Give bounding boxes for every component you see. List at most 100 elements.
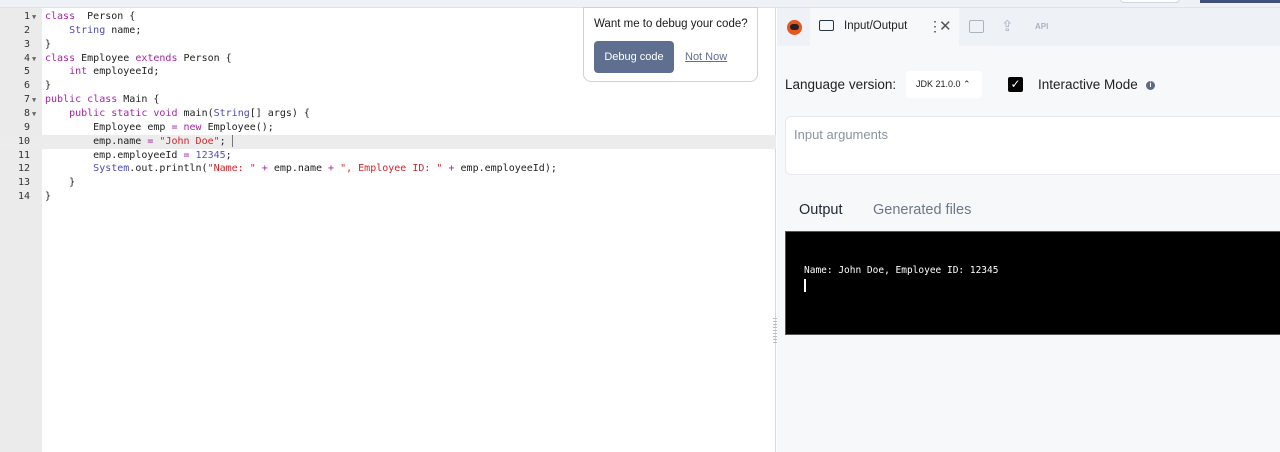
code-token: main( (177, 107, 214, 119)
output-terminal[interactable]: Name: John Doe, Employee ID: 12345 (785, 231, 1280, 335)
code-token: employeeId; (87, 66, 160, 78)
code-token: public (69, 107, 106, 119)
code-token: public (45, 94, 82, 106)
upload-icon[interactable]: ⇪ (1001, 17, 1014, 35)
code-line[interactable]: 11 emp.employeeId = 12345; (0, 149, 776, 163)
code-token: static (111, 107, 148, 119)
folder-icon[interactable] (969, 20, 984, 33)
code-token: } (45, 38, 52, 50)
close-icon[interactable]: ✕ (939, 17, 952, 35)
line-number: 12 (17, 163, 30, 175)
line-number: 13 (17, 177, 30, 189)
tab-input-output[interactable]: Input/Output ⋮ ✕ (810, 8, 959, 46)
code-line[interactable]: 8 ▼ public static void main(String[] args… (0, 107, 776, 121)
line-number: 4 (23, 52, 30, 64)
language-version-select[interactable]: JDK 21.0.0 ⌃ (906, 71, 982, 98)
code-token: "Name: " (207, 163, 256, 175)
debug-code-button[interactable]: Debug code (594, 41, 674, 73)
code-text: System.out.println("Name: " + emp.name +… (45, 162, 557, 176)
tab-bar: Input/Output ⋮ ✕ ⇪ API (777, 8, 1280, 46)
tab-label: Input/Output (844, 20, 908, 32)
debug-question: Want me to debug your code? (594, 18, 748, 30)
code-token: new (183, 121, 202, 133)
fold-arrow-icon[interactable]: ▼ (32, 107, 36, 121)
code-line[interactable]: 14} (0, 190, 776, 204)
code-token: [] args) { (249, 107, 310, 119)
fold-arrow-icon[interactable]: ▼ (32, 93, 36, 107)
tab-output[interactable]: Output (799, 202, 843, 218)
code-line[interactable]: 12 System.out.println("Name: " + emp.nam… (0, 162, 776, 176)
code-token: .out.println( (129, 163, 208, 175)
monitor-icon (819, 20, 834, 31)
code-token: } (45, 177, 76, 189)
line-number: 10 (17, 135, 30, 147)
code-line[interactable]: 10 emp.name = "John Doe"; (0, 134, 776, 149)
code-token: ", Employee ID: " (340, 163, 443, 175)
info-icon[interactable]: i (1146, 81, 1155, 90)
debug-popup: Want me to debug your code? Debug code N… (583, 7, 758, 82)
input-arguments-field[interactable]: Input arguments (785, 116, 1280, 175)
terminal-output: Name: John Doe, Employee ID: 12345 (804, 265, 999, 276)
code-token: int (69, 66, 88, 78)
api-button[interactable]: API (1035, 22, 1048, 31)
code-token: emp.name (45, 135, 148, 147)
code-text: public static void main(String[] args) { (45, 107, 310, 121)
code-line[interactable]: 7 ▼ public class Main { (0, 93, 776, 107)
line-number: 14 (17, 191, 30, 203)
code-token: String (213, 107, 250, 119)
code-text: Employee emp = new Employee(); (45, 121, 274, 135)
io-panel: Input/Output ⋮ ✕ ⇪ API Language version:… (777, 8, 1280, 452)
line-number: 6 (23, 80, 30, 92)
code-token: class (45, 52, 76, 64)
code-token: Employee emp (45, 121, 172, 133)
text-cursor (231, 134, 233, 147)
interactive-mode-label: Interactive Mode (1038, 77, 1138, 92)
terminal-cursor (804, 279, 806, 292)
not-now-link[interactable]: Not Now (685, 51, 727, 63)
header-button[interactable] (1200, 0, 1280, 3)
interactive-mode-checkbox[interactable]: ✓ (1008, 77, 1023, 92)
code-token: 12345 (195, 149, 226, 161)
code-token: extends (135, 52, 178, 64)
code-token: class (87, 94, 118, 106)
code-token: Person { (177, 52, 232, 64)
code-text: emp.employeeId = 12345; (45, 149, 232, 163)
line-number: 11 (17, 149, 30, 161)
code-text: class Employee extends Person { (45, 52, 232, 66)
code-token: String (69, 24, 106, 36)
code-token: "John Doe" (159, 135, 220, 147)
tab-generated-files[interactable]: Generated files (873, 202, 971, 218)
code-token: } (45, 191, 52, 203)
fold-arrow-icon[interactable]: ▼ (32, 52, 36, 66)
code-text: } (45, 176, 75, 190)
code-token: Employee(); (201, 121, 274, 133)
header-search[interactable] (1120, 0, 1180, 3)
line-number: 3 (23, 38, 30, 50)
code-token: emp.name (267, 163, 329, 175)
line-number: 8 (23, 107, 30, 119)
code-line[interactable]: 9 Employee emp = new Employee(); (0, 121, 776, 135)
code-token: Person { (75, 11, 136, 22)
language-version-label: Language version: (785, 77, 897, 92)
code-token: Main { (117, 94, 160, 106)
code-token: void (153, 107, 178, 119)
code-text: } (45, 79, 51, 93)
fold-arrow-icon[interactable]: ▼ (32, 10, 36, 24)
code-token: name; (105, 24, 142, 36)
code-text: emp.name = "John Doe"; (45, 134, 233, 149)
robot-icon[interactable] (787, 20, 802, 35)
code-text: } (45, 38, 51, 52)
code-text: public class Main { (45, 93, 159, 107)
code-text: } (45, 190, 51, 204)
code-line[interactable]: 13 } (0, 176, 776, 190)
code-text: String name; (45, 24, 141, 38)
code-text: class Person { (45, 10, 135, 24)
line-number: 5 (23, 66, 30, 78)
code-token: emp.employeeId); (454, 163, 557, 175)
code-token: ; (219, 135, 226, 147)
code-token: } (45, 80, 52, 92)
